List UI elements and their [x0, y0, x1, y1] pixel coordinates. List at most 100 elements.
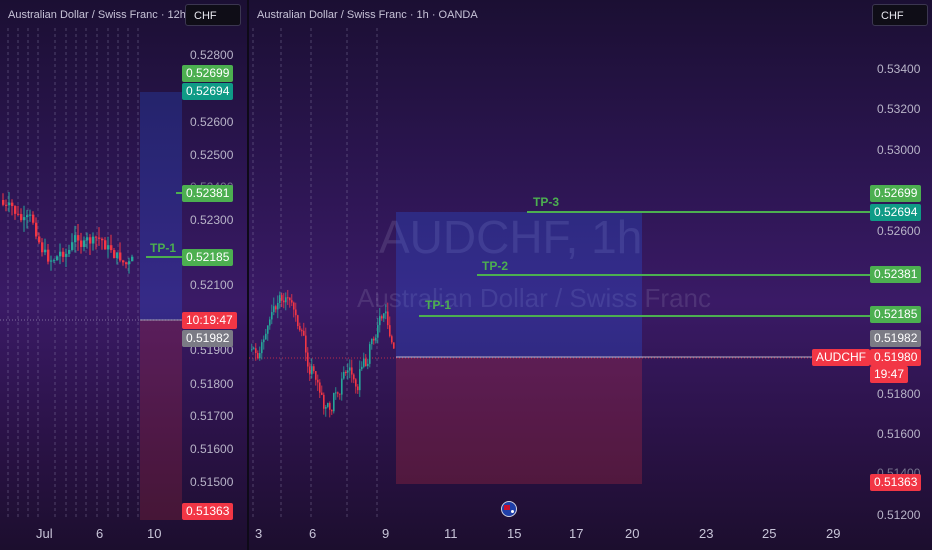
candle	[323, 394, 325, 409]
left-stop-price-tag: 0.51363	[182, 503, 234, 520]
candle	[279, 295, 281, 303]
candle	[345, 371, 347, 373]
candle	[327, 403, 329, 407]
candle	[5, 204, 8, 206]
candle	[311, 366, 313, 375]
candle	[313, 366, 315, 372]
right-time-label: 17	[569, 526, 584, 541]
candle	[26, 215, 29, 218]
australia-flag-icon[interactable]	[501, 501, 517, 517]
candle	[389, 325, 391, 337]
candle	[353, 374, 355, 380]
candle	[273, 306, 275, 313]
candle	[369, 344, 371, 364]
candle	[20, 214, 23, 221]
left-tp1-label: TP-1	[150, 241, 177, 255]
candle	[393, 342, 395, 349]
candle	[357, 386, 359, 391]
candle	[295, 309, 297, 316]
candle	[277, 302, 279, 310]
right-time-label: 23	[699, 526, 714, 541]
right-tp2-price-tag: 0.52381	[870, 266, 922, 283]
candle	[365, 358, 367, 367]
candle	[319, 382, 321, 393]
left-chart-pane[interactable]: Australian Dollar / Swiss Franc · 12h CH…	[0, 0, 247, 550]
candle	[14, 206, 17, 214]
candle	[38, 236, 41, 243]
candle	[299, 326, 301, 331]
candle	[385, 311, 387, 314]
right-prev-close-tag: 0.51982	[870, 330, 922, 347]
candle	[305, 335, 307, 353]
left-axis-label: 0.51700	[190, 409, 234, 423]
candle	[347, 370, 349, 373]
candle	[32, 214, 35, 223]
right-time-label: 25	[762, 526, 777, 541]
right-currency-button[interactable]: CHF	[872, 4, 928, 26]
candle	[363, 358, 365, 367]
candle	[359, 369, 361, 391]
candle	[125, 262, 128, 265]
right-tp3-price-tag: 0.52699	[870, 185, 922, 202]
right-chart-canvas[interactable]	[249, 0, 932, 550]
candle	[267, 325, 269, 334]
candle	[47, 249, 50, 262]
left-axis-label: 0.52500	[190, 148, 234, 162]
candle	[269, 319, 271, 326]
candle	[373, 338, 375, 341]
candle	[113, 250, 116, 259]
right-axis-label: 0.51600	[877, 427, 921, 441]
candle	[62, 251, 65, 257]
left-time-label: Jul	[36, 526, 53, 541]
candle	[341, 378, 343, 395]
left-tp2-price-tag: 0.52381	[182, 185, 234, 202]
candle	[297, 315, 299, 327]
candle	[317, 379, 319, 383]
candle	[122, 260, 125, 263]
right-entry-price-tag: 0.52694	[870, 204, 922, 221]
left-axis-label: 0.52800	[190, 48, 234, 62]
candle	[361, 366, 363, 370]
left-axis-label: 0.52100	[190, 278, 234, 292]
candle	[281, 295, 283, 301]
candle	[68, 249, 71, 254]
candle	[11, 202, 14, 207]
candle	[371, 338, 373, 345]
candle	[355, 379, 357, 387]
candle	[74, 235, 77, 243]
right-tp1-price-tag: 0.52185	[870, 306, 922, 323]
left-currency-button[interactable]: CHF	[185, 4, 241, 26]
candle	[275, 306, 277, 310]
candle	[56, 256, 59, 261]
left-axis-label: 0.52300	[190, 213, 234, 227]
candle	[253, 348, 255, 350]
candle	[119, 252, 122, 261]
candle	[98, 237, 101, 239]
right-chart-pane[interactable]: AUDCHF, 1h Australian Dollar / Swiss Fra…	[249, 0, 932, 550]
candle	[23, 217, 26, 221]
candle	[255, 348, 257, 354]
candle	[383, 313, 385, 319]
candle	[104, 240, 107, 250]
candle	[349, 367, 351, 371]
profit-zone	[140, 92, 182, 320]
candle	[116, 252, 119, 259]
right-tp1-label: TP-1	[425, 298, 452, 312]
right-axis-label: 0.53000	[877, 143, 921, 157]
candle	[337, 392, 339, 394]
right-tp2-label: TP-2	[482, 259, 509, 273]
candle	[331, 409, 333, 412]
candle	[283, 300, 285, 303]
right-tp3-label: TP-3	[533, 195, 560, 209]
candle	[289, 297, 291, 301]
candle	[8, 202, 11, 206]
right-current-price-tag: 0.51980	[870, 349, 922, 366]
right-axis-label: 0.52600	[877, 224, 921, 238]
right-axis-label: 0.53200	[877, 102, 921, 116]
candle	[265, 333, 267, 340]
candle	[381, 316, 383, 319]
candle	[44, 249, 47, 253]
left-time-label: 10	[147, 526, 162, 541]
candle	[309, 366, 311, 375]
right-time-label: 9	[382, 526, 390, 541]
